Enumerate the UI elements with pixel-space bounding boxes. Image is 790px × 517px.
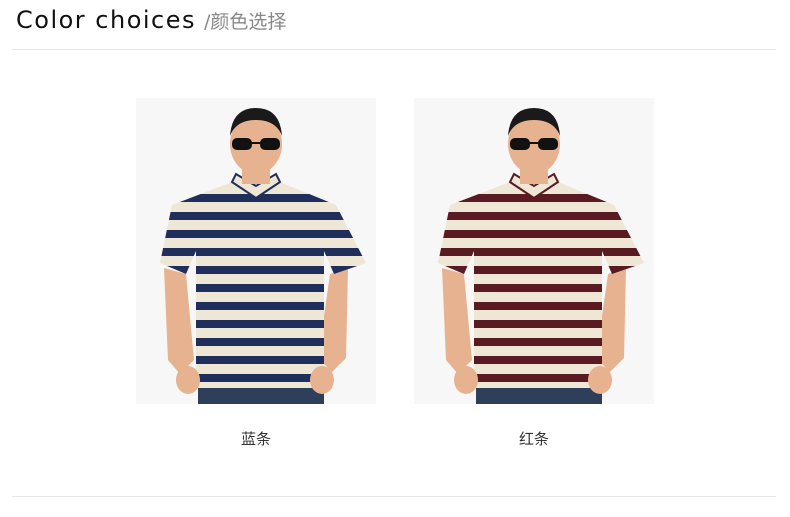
product-card-red[interactable] [414, 98, 654, 404]
man-blue-striped-polo-photo [136, 98, 376, 404]
product-card-blue[interactable] [136, 98, 376, 404]
section-header: Color choices /颜色选择 [16, 6, 286, 42]
section-subtitle: /颜色选择 [204, 11, 287, 33]
product-label-red: 红条 [518, 430, 549, 448]
top-divider [12, 49, 776, 50]
product-label-blue: 蓝条 [240, 430, 271, 448]
bottom-divider [12, 496, 776, 497]
section-title: Color choices [16, 6, 197, 34]
man-red-striped-polo-photo [414, 98, 654, 404]
